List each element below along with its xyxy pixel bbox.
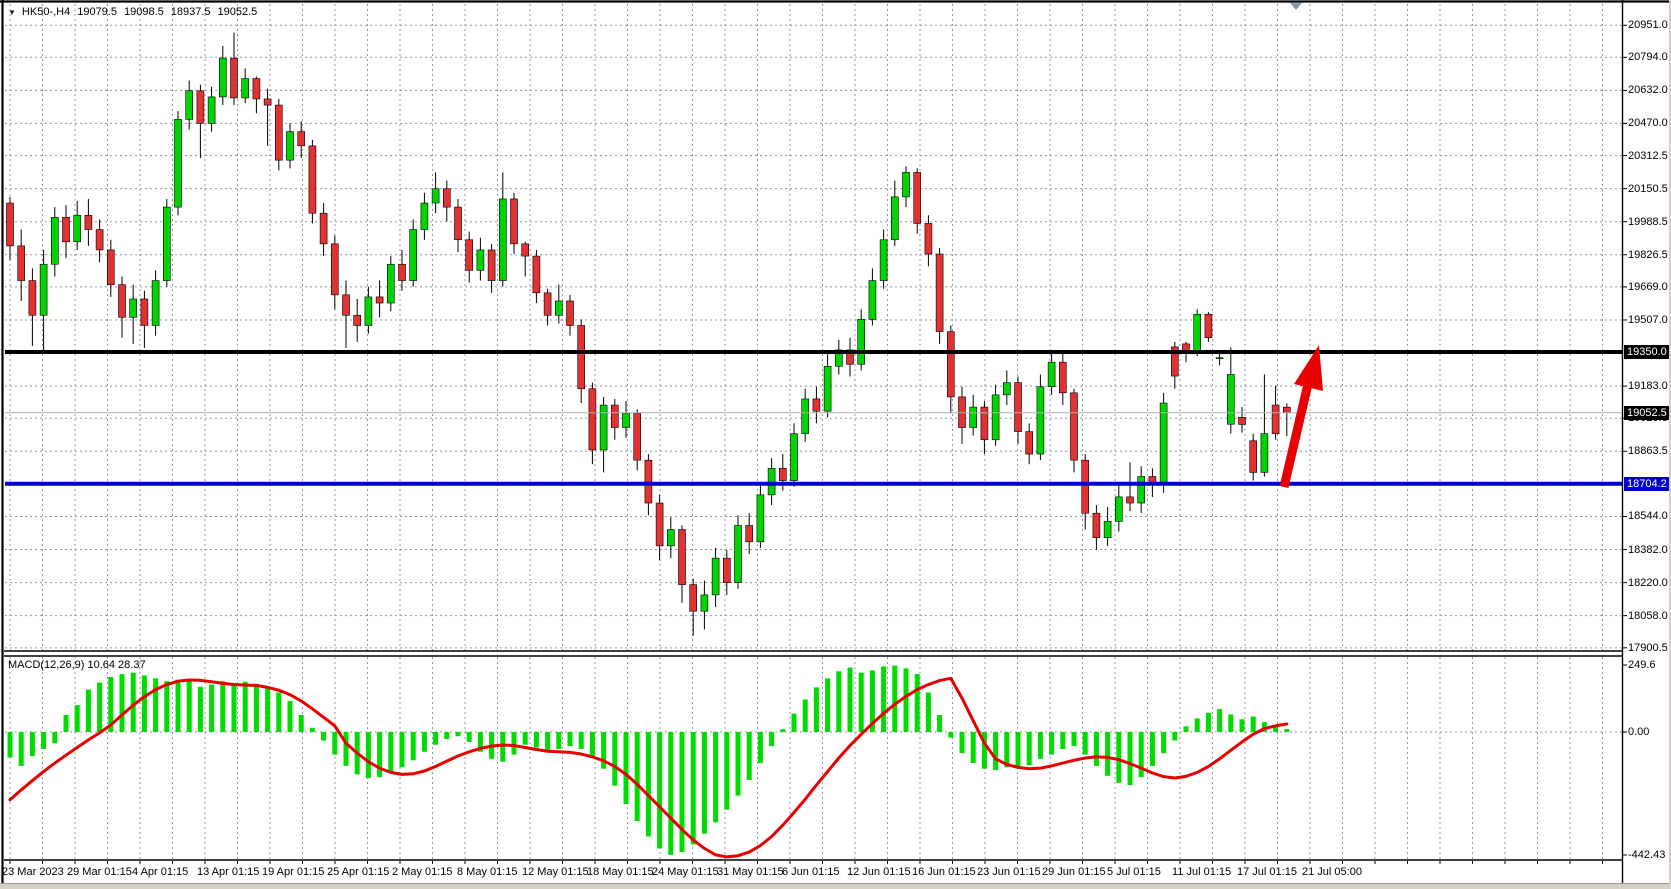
chart-title: ▼ HK50-,H4 19079.5 19098.5 18937.5 19052… (8, 4, 264, 20)
time-axis-label: 18 May 01:15 (587, 866, 654, 878)
time-axis-label: 13 Apr 01:15 (197, 866, 259, 878)
macd-scale-zero: 0.00 (1628, 726, 1649, 738)
blue-line-price-badge: 18704.2 (1624, 477, 1671, 491)
price-axis-label: 20951.0 (1628, 19, 1668, 31)
chart-dropdown-icon[interactable]: ▼ (8, 8, 16, 17)
mt4-chart-window: ▼ HK50-,H4 19079.5 19098.5 18937.5 19052… (0, 0, 1671, 889)
time-axis-label: 2 May 01:15 (392, 866, 453, 878)
price-axis-label: 19183.0 (1628, 380, 1668, 392)
time-axis-label: 5 Jul 01:15 (1107, 866, 1161, 878)
symbol-period-label: HK50-,H4 (22, 6, 70, 18)
chart-canvas[interactable] (0, 0, 1671, 889)
macd-scale-max: 249.6 (1628, 659, 1656, 671)
time-axis-label: 11 Jul 01:15 (1172, 866, 1231, 878)
ohlc-high: 19098.5 (124, 6, 164, 18)
price-axis-label: 19507.0 (1628, 314, 1668, 326)
price-axis-label: 20312.5 (1628, 150, 1668, 162)
price-axis-label: 19988.5 (1628, 216, 1668, 228)
time-axis-label: 8 May 01:15 (457, 866, 518, 878)
time-axis-label: 17 Jul 01:15 (1237, 866, 1297, 878)
ohlc-low: 18937.5 (171, 6, 211, 18)
chart-background (0, 0, 1671, 889)
macd-indicator-label: MACD(12,26,9) 10.64 28.37 (8, 659, 146, 671)
black-line-price-badge: 19350.0 (1624, 345, 1671, 359)
price-axis-label: 20632.0 (1628, 84, 1668, 96)
time-axis-label: 23 Mar 2023 (2, 866, 64, 878)
time-axis-label: 29 Mar 01:15 (67, 866, 132, 878)
price-axis-label: 18863.5 (1628, 445, 1668, 457)
price-axis-label: 18058.0 (1628, 610, 1668, 622)
time-axis-label: 6 Jun 01:15 (782, 866, 840, 878)
time-axis-label: 25 Apr 01:15 (327, 866, 389, 878)
price-axis-label: 19826.5 (1628, 249, 1668, 261)
current-price-badge: 19052.5 (1624, 406, 1671, 420)
time-axis-label: 4 Apr 01:15 (132, 866, 188, 878)
price-axis-label: 18544.0 (1628, 510, 1668, 522)
time-axis-label: 24 May 01:15 (652, 866, 719, 878)
time-axis-label: 12 May 01:15 (522, 866, 589, 878)
time-axis-label: 16 Jun 01:15 (912, 866, 976, 878)
price-axis-label: 18382.0 (1628, 544, 1668, 556)
time-axis-label: 29 Jun 01:15 (1042, 866, 1106, 878)
price-axis-label: 20794.0 (1628, 51, 1668, 63)
window-bottom-edge (0, 884, 1671, 889)
price-axis-label: 17900.5 (1628, 642, 1668, 654)
price-axis-label: 20150.5 (1628, 183, 1668, 195)
time-axis-label: 12 Jun 01:15 (847, 866, 911, 878)
ohlc-close: 19052.5 (218, 6, 258, 18)
macd-scale-min: -442.43 (1628, 849, 1665, 861)
ohlc-open: 19079.5 (77, 6, 117, 18)
time-axis-label: 19 Apr 01:15 (262, 866, 324, 878)
price-axis-label: 19669.0 (1628, 281, 1668, 293)
price-axis-label: 20470.0 (1628, 117, 1668, 129)
time-axis-label: 21 Jul 05:00 (1302, 866, 1362, 878)
time-axis-label: 31 May 01:15 (717, 866, 784, 878)
time-axis-label: 23 Jun 01:15 (977, 866, 1041, 878)
price-axis-label: 18220.0 (1628, 577, 1668, 589)
